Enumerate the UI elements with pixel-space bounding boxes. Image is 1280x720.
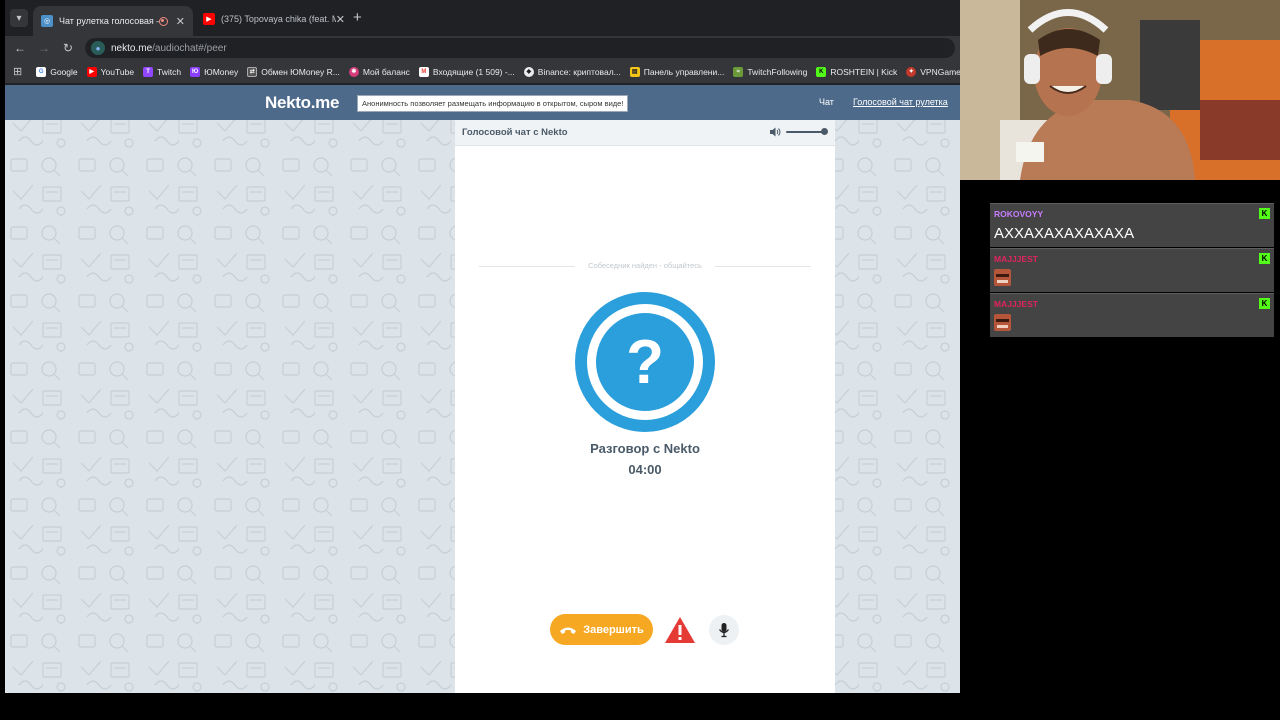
bookmark-yumoney[interactable]: Ю ЮMoney	[190, 66, 238, 77]
nekto-favicon-icon: ◎	[41, 15, 53, 27]
tab-nekto[interactable]: ◎ Чат рулетка голосовая — N ✕	[33, 6, 193, 36]
panel-icon: ▤	[629, 66, 640, 77]
tab-title: Чат рулетка голосовая — N	[59, 16, 159, 26]
exchange-icon: ⇄	[247, 66, 258, 77]
browser-window: ▾ ◎ Чат рулетка голосовая — N ✕ ▶ (375) …	[5, 0, 960, 693]
conversation-label: Разговор с Nekto	[590, 441, 700, 456]
phone-hangup-icon	[560, 627, 577, 634]
kick-badge-icon: K	[1259, 208, 1270, 219]
chat-text: АХХАХАХАХАХАХА	[994, 225, 1135, 242]
address-bar[interactable]: ● nekto.me /audiochat#/peer	[85, 38, 955, 58]
site-logo[interactable]: Nekto.me	[265, 93, 339, 113]
nav-voice-chat-link[interactable]: Голосовой чат рулетка	[853, 97, 948, 107]
stream-chat-message: MAJJJEST K	[990, 248, 1274, 292]
kick-badge-icon: K	[1259, 298, 1270, 309]
twitch-icon: T	[143, 66, 154, 77]
panel-header: Голосовой чат с Nekto	[455, 120, 835, 146]
vpngame-icon: ✦	[906, 66, 917, 77]
bookmark-twitchfollowing[interactable]: ≈ TwitchFollowing	[733, 66, 807, 77]
tab-strip: ▾ ◎ Чат рулетка голосовая — N ✕ ▶ (375) …	[5, 0, 960, 36]
call-timer: 04:00	[628, 462, 662, 477]
chat-username: MAJJJEST	[994, 299, 1038, 309]
close-tab-icon[interactable]: ✕	[176, 15, 185, 28]
kick-badge-icon: K	[1259, 253, 1270, 264]
voice-chat-panel: Голосовой чат с Nekto Собеседник найден …	[455, 120, 835, 693]
web-page: Nekto.me Анонимность позволяет размещать…	[5, 85, 960, 693]
status-text: Собеседник найден - общайтесь	[575, 261, 715, 270]
webcam-image	[960, 0, 1280, 180]
chat-username: MAJJJEST	[994, 254, 1038, 264]
google-icon: G	[36, 66, 47, 77]
binance-icon: ◆	[523, 66, 534, 77]
yumoney-icon: Ю	[190, 66, 201, 77]
close-tab-icon[interactable]: ✕	[336, 13, 345, 26]
microphone-button[interactable]	[709, 615, 739, 645]
site-header: Nekto.me Анонимность позволяет размещать…	[5, 85, 960, 120]
tab-search-icon[interactable]: ▾	[10, 9, 28, 27]
tab-title: (375) Topovaya chika (feat. Mik	[221, 14, 336, 24]
tab-youtube[interactable]: ▶ (375) Topovaya chika (feat. Mik ✕	[195, 6, 353, 32]
apps-icon[interactable]: ⊞	[13, 65, 22, 78]
forward-icon[interactable]: →	[35, 39, 53, 57]
microphone-icon	[718, 623, 730, 638]
browser-toolbar: ← → ↻ ● nekto.me /audiochat#/peer	[5, 36, 960, 60]
kick-icon: K	[816, 66, 827, 77]
question-mark-icon: ?	[596, 313, 694, 411]
youtube-icon: ▶	[86, 66, 97, 77]
peer-avatar: ?	[575, 292, 715, 432]
bookmarks-bar: ⊞ G Google ▶ YouTube T Twitch Ю ЮMoney ⇄ Обме…	[5, 60, 960, 84]
youtube-favicon-icon: ▶	[203, 13, 215, 25]
bookmark-balance[interactable]: ✱ Мой баланс	[348, 66, 410, 77]
volume-icon[interactable]	[769, 126, 781, 138]
bookmark-youtube[interactable]: ▶ YouTube	[86, 66, 134, 77]
site-notice: Анонимность позволяет размещать информац…	[357, 95, 629, 112]
stream-chat-message: MAJJJEST K	[990, 293, 1274, 337]
face-emote-icon	[994, 314, 1011, 331]
recording-icon	[158, 16, 168, 26]
url-path: /audiochat#/peer	[152, 42, 227, 54]
bookmark-kick[interactable]: K ROSHTEIN | Kick	[816, 66, 897, 77]
gmail-icon: M	[418, 66, 429, 77]
bookmark-google[interactable]: G Google	[36, 66, 78, 77]
nav-chat-link[interactable]: Чат	[819, 97, 834, 107]
new-tab-icon[interactable]: +	[353, 9, 362, 26]
screen: ▾ ◎ Чат рулетка голосовая — N ✕ ▶ (375) …	[0, 0, 1280, 720]
bookmark-gmail[interactable]: M Входящие (1 509) -...	[418, 66, 515, 77]
bookmark-binance[interactable]: ◆ Binance: криптовал...	[523, 66, 621, 77]
end-call-button[interactable]: Завершить	[550, 614, 653, 645]
face-emote-icon	[994, 269, 1011, 286]
chat-username: ROKOVOYY	[994, 209, 1044, 219]
balance-icon: ✱	[348, 66, 359, 77]
mic-site-icon[interactable]: ●	[91, 41, 105, 55]
end-call-label: Завершить	[583, 623, 644, 636]
stream-chat-message: ROKOVOYY K АХХАХАХАХАХАХА	[990, 203, 1274, 247]
twitchfollowing-icon: ≈	[733, 66, 744, 77]
reload-icon[interactable]: ↻	[59, 39, 77, 57]
report-warning-icon[interactable]	[664, 616, 696, 644]
streamer-webcam	[960, 0, 1280, 180]
panel-title: Голосовой чат с Nekto	[462, 127, 568, 138]
volume-slider[interactable]	[786, 131, 826, 133]
bookmark-exchange[interactable]: ⇄ Обмен ЮMoney R...	[247, 66, 340, 77]
bookmark-vpngame[interactable]: ✦ VPNGame	[906, 66, 960, 77]
bookmark-twitch[interactable]: T Twitch	[143, 66, 181, 77]
volume-slider-handle[interactable]	[821, 128, 828, 135]
back-icon[interactable]: ←	[11, 39, 29, 57]
url-host: nekto.me	[111, 42, 153, 54]
bookmark-panel[interactable]: ▤ Панель управлени...	[629, 66, 724, 77]
